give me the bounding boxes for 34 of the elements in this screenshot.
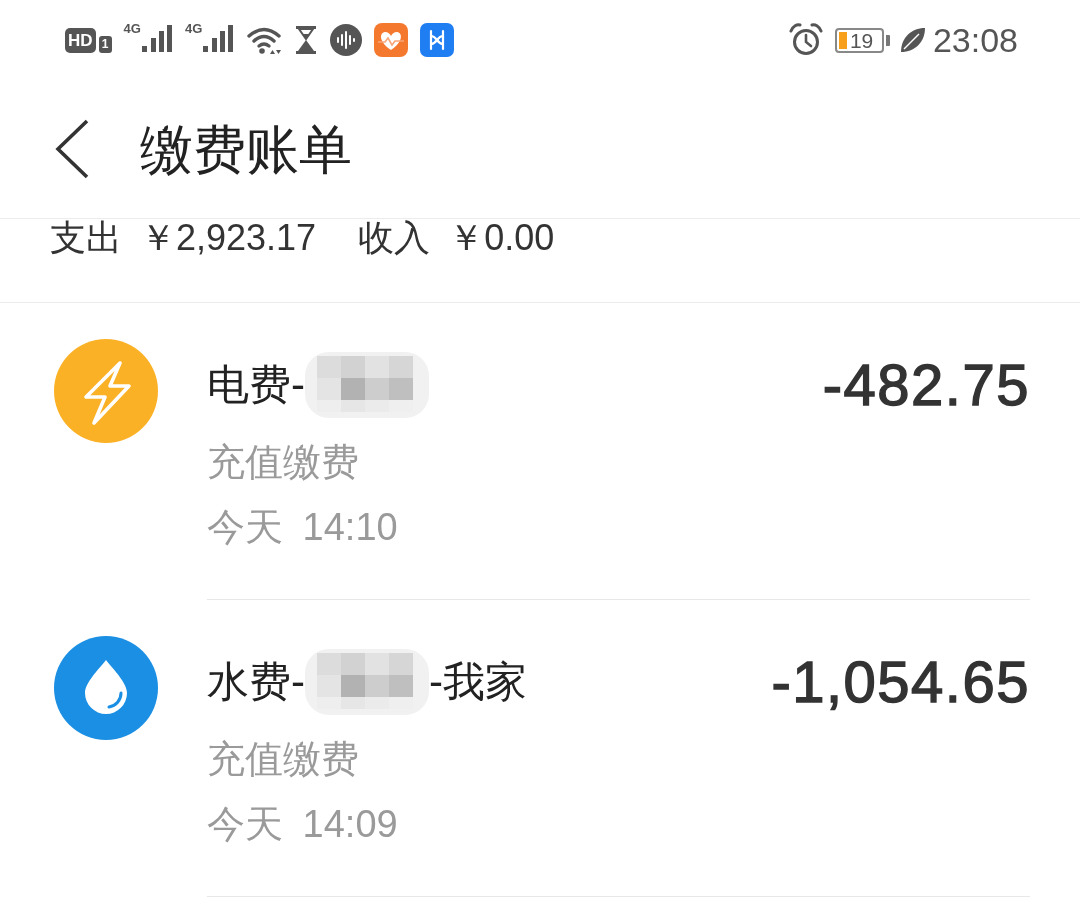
wifi-icon	[246, 25, 283, 55]
chevron-left-icon	[55, 119, 89, 179]
water-drop-icon	[54, 636, 158, 740]
network-type-label: 4G	[184, 22, 203, 35]
signal-bars-icon	[141, 25, 173, 52]
sim-badge: 1	[98, 35, 112, 53]
signal-bars-icon	[203, 25, 235, 52]
hd-badge: HD	[65, 27, 96, 53]
network-type-label: 4G	[123, 22, 141, 35]
bill-category: 充值缴费	[207, 440, 359, 484]
bill-time: 今天 14:09	[207, 802, 398, 846]
alarm-clock-icon	[788, 23, 823, 57]
sound-wave-icon	[330, 24, 363, 56]
lightning-icon	[54, 339, 158, 443]
leaf-icon	[899, 27, 926, 53]
bill-category: 充值缴费	[207, 737, 359, 781]
bill-time: 今天 14:10	[207, 505, 398, 549]
hourglass-icon	[294, 25, 319, 55]
bill-amount: -482.75	[822, 355, 1030, 415]
bill-amount: -1,054.65	[771, 652, 1030, 712]
summary-amount: ￥2,923.17	[140, 220, 317, 256]
page-title: 缴费账单	[140, 122, 352, 176]
back-button[interactable]	[54, 118, 90, 180]
summary-amount: ￥0.00	[448, 220, 555, 256]
bill-name-text: 电费-	[207, 361, 305, 409]
bill-name-text: -我家	[429, 658, 527, 706]
battery-percent: 19	[849, 29, 874, 51]
summary-label: 支出	[50, 220, 122, 256]
heart-app-icon[interactable]	[374, 23, 409, 57]
summary-label: 收入	[358, 220, 431, 256]
status-time: 23:08	[932, 23, 1018, 57]
battery-fill	[838, 31, 847, 49]
app-icon[interactable]	[420, 23, 455, 57]
bill-name-text: 水费-	[207, 658, 305, 706]
